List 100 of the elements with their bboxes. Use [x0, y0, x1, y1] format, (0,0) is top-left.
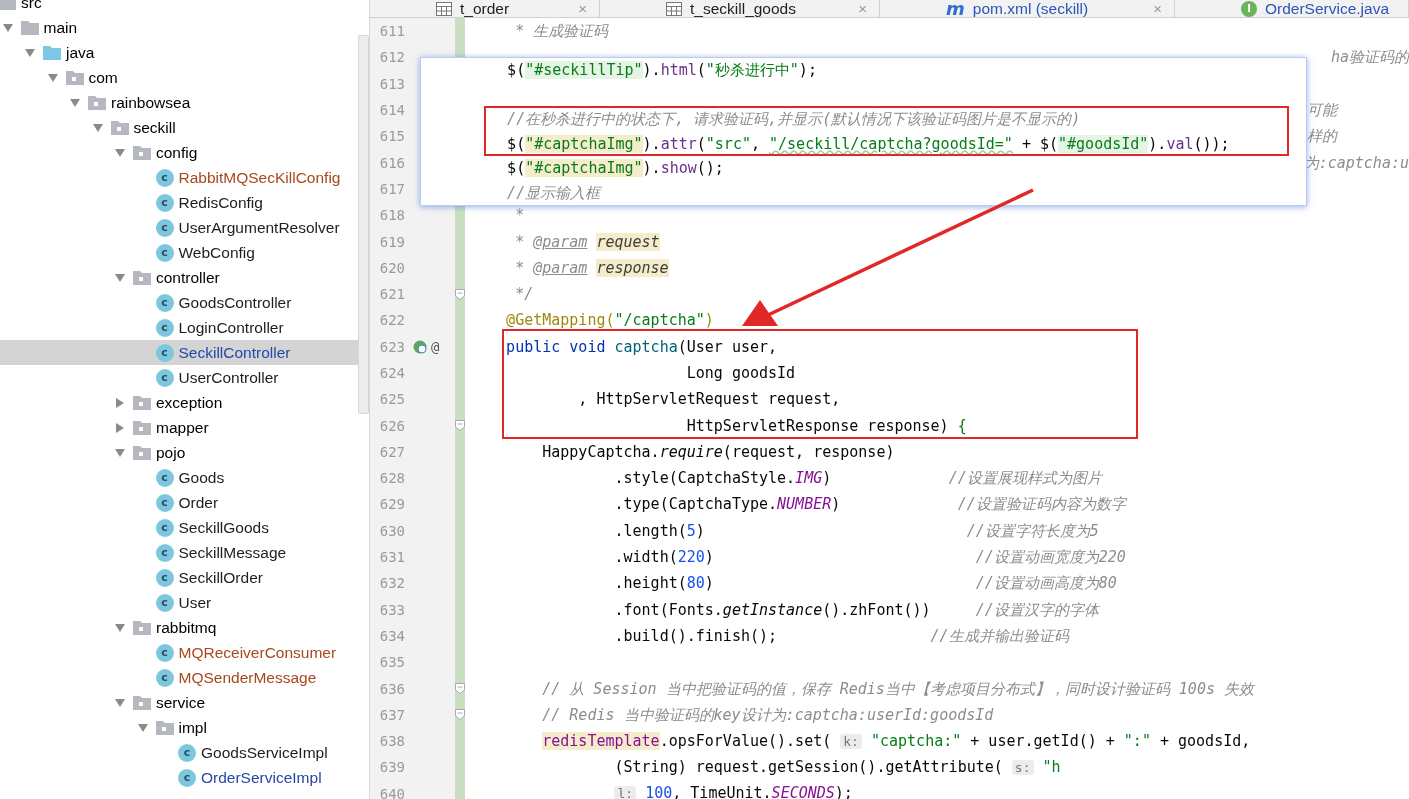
- tree-item[interactable]: c OrderServiceImpl: [0, 765, 358, 790]
- class-icon: c: [155, 643, 174, 662]
- tree-item[interactable]: c Goods: [0, 465, 358, 490]
- tree-item[interactable]: c UserArgumentResolver: [0, 215, 358, 240]
- tree-item[interactable]: rainbowsea: [0, 90, 358, 115]
- class-icon: c: [178, 768, 196, 787]
- code-line: .height(80) //设置动画高度为80: [614, 573, 1117, 594]
- fold-icon[interactable]: [455, 683, 465, 695]
- tree-item[interactable]: service: [0, 690, 358, 715]
- line-number: 638: [378, 733, 405, 750]
- line-number: 626: [378, 417, 405, 434]
- tree-item[interactable]: c WebConfig: [0, 240, 358, 265]
- line-number: 635: [378, 654, 405, 671]
- fold-icon[interactable]: [455, 420, 465, 432]
- line-number: 618: [378, 207, 405, 224]
- class-icon: c: [155, 493, 174, 512]
- tree-item[interactable]: c RedisConfig: [0, 190, 358, 215]
- class-icon: c: [155, 568, 174, 587]
- code-line: * 生成验证码: [515, 21, 609, 42]
- editor-tab[interactable]: m pom.xml (seckill) ×: [880, 0, 1175, 17]
- line-number: 619: [378, 233, 405, 250]
- line-number: 624: [378, 365, 405, 381]
- code-line: $("#captchaImg").show();: [507, 158, 724, 179]
- line-number: 636: [378, 680, 405, 697]
- fold-icon[interactable]: [455, 709, 465, 721]
- package-icon: [133, 145, 151, 160]
- annotation-marker[interactable]: @: [431, 338, 440, 355]
- tree-item[interactable]: c RabbitMQSecKillConfig: [0, 165, 358, 190]
- line-number: 611: [378, 23, 405, 40]
- tree-item[interactable]: c SeckillMessage: [0, 540, 358, 565]
- tree-item[interactable]: exception: [0, 390, 358, 415]
- code-line: *: [515, 205, 525, 226]
- line-number: 630: [378, 522, 405, 539]
- line-number: 614: [378, 102, 405, 119]
- code-line: @GetMapping("/captcha"): [506, 310, 714, 331]
- tree-item[interactable]: pojo: [0, 440, 358, 465]
- tree-item[interactable]: c LoginController: [0, 315, 358, 340]
- package-icon: [110, 120, 129, 135]
- tree-item[interactable]: rabbitmq: [0, 615, 358, 640]
- scrollbar[interactable]: [358, 35, 369, 414]
- tree-item[interactable]: c SeckillController: [0, 340, 358, 365]
- class-icon: c: [155, 543, 174, 562]
- code-line: $("#captchaImg").attr("src", "/seckill/captcha?goodsId=" + $("#goodsId").val());: [507, 133, 1230, 154]
- class-icon: c: [155, 468, 174, 487]
- class-icon: c: [155, 518, 174, 537]
- code-line: .build().finish(); //生成并输出验证码: [614, 625, 1069, 646]
- tree-item[interactable]: src: [0, 0, 358, 15]
- tree-item[interactable]: c UserController: [0, 365, 358, 390]
- class-icon: c: [155, 368, 174, 387]
- code-line: , HttpServletRequest request,: [578, 389, 841, 410]
- code-line: redisTemplate.opsForValue().set( k: "captcha:" + user.getId() + ":" + goodsId,: [542, 730, 1251, 752]
- code-line: 样的: [1307, 126, 1337, 147]
- editor-tab[interactable]: I OrderService.java: [1175, 0, 1409, 17]
- tree-item[interactable]: impl: [0, 715, 358, 740]
- line-number: 622: [378, 312, 405, 329]
- tree-item[interactable]: c GoodsServiceImpl: [0, 740, 358, 765]
- code-line: Long goodsId: [686, 363, 796, 383]
- line-number: 640: [378, 785, 405, 799]
- class-icon: c: [155, 318, 174, 337]
- package-icon: [155, 720, 174, 735]
- editor-tab[interactable]: t_seckill_goods ×: [600, 0, 880, 17]
- tree-item[interactable]: seckill: [0, 115, 358, 140]
- tree-item[interactable]: c MQReceiverConsumer: [0, 640, 358, 665]
- package-icon: [88, 95, 106, 110]
- line-number: 612: [378, 49, 405, 66]
- editor-tab[interactable]: t_order ×: [370, 0, 600, 17]
- tree-item[interactable]: c GoodsController: [0, 290, 358, 315]
- code-line: * @param request: [515, 231, 660, 252]
- tree-item[interactable]: c User: [0, 590, 358, 615]
- class-icon: c: [155, 168, 174, 187]
- interface-icon: I: [1241, 0, 1257, 17]
- tree-item[interactable]: mapper: [0, 415, 358, 440]
- line-number: 617: [378, 180, 405, 197]
- line-number: 629: [378, 496, 405, 513]
- class-icon: c: [155, 193, 174, 212]
- fold-icon[interactable]: [455, 288, 465, 300]
- tree-item[interactable]: c Order: [0, 490, 358, 515]
- class-icon: c: [155, 218, 174, 237]
- package-icon: [133, 395, 151, 410]
- code-line: public void captcha(User user,: [506, 336, 778, 357]
- code-line: 可能: [1307, 100, 1337, 121]
- line-number: 628: [378, 470, 405, 487]
- code-line: * @param response: [515, 257, 669, 278]
- tree-item[interactable]: c MQSenderMessage: [0, 665, 358, 690]
- tree-item[interactable]: com: [0, 65, 358, 90]
- tree-item[interactable]: c SeckillOrder: [0, 565, 358, 590]
- line-number: 632: [378, 575, 405, 592]
- code-line: */: [515, 284, 534, 305]
- line-number: 613: [378, 75, 405, 92]
- code-line: //显示输入框: [507, 182, 601, 203]
- line-number: 633: [378, 601, 405, 618]
- line-number: 631: [378, 549, 405, 566]
- tree-item[interactable]: config: [0, 140, 358, 165]
- tree-item[interactable]: main: [0, 15, 358, 40]
- tree-item[interactable]: controller: [0, 265, 358, 290]
- tree-item[interactable]: java: [0, 40, 358, 65]
- code-line: .style(CaptchaStyle.IMG) //设置展现样式为图片: [614, 468, 1102, 489]
- maven-icon: m: [946, 1, 965, 16]
- tree-item[interactable]: c SeckillGoods: [0, 515, 358, 540]
- code-line: HappyCaptcha.require(request, response): [542, 441, 895, 462]
